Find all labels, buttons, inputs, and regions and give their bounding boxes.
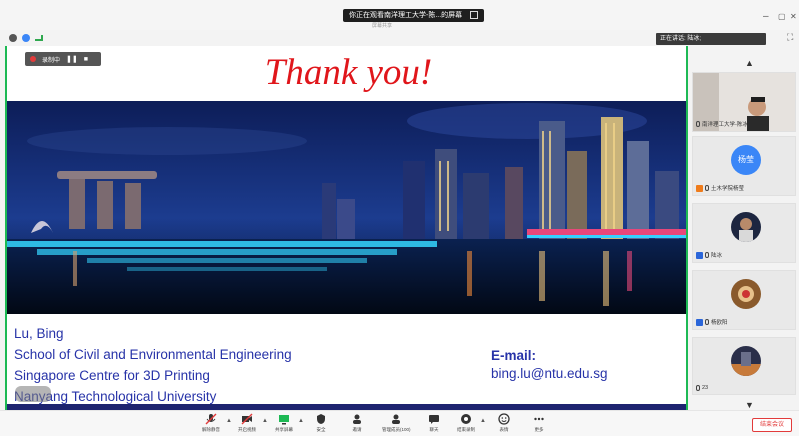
status-icons [9,33,43,43]
avatar [731,212,761,242]
chat-icon [429,415,439,424]
active-speaker-banner: 正在讲话: 陆冰; [656,33,766,45]
participant-tile[interactable]: 杨欧阳 [692,270,796,330]
participant-name-row: 23 [696,385,708,391]
mic-icon [205,413,217,425]
participant-name-row: 陆冰 [696,251,722,259]
camera-off-icon [241,413,253,425]
invite-icon [353,414,361,424]
manage-members-label: 管理成员(100) [382,427,411,432]
view-options-icon[interactable] [470,11,479,20]
participant-tile[interactable]: 23 [692,337,796,395]
shield-icon [317,414,325,424]
pause-recording-icon[interactable]: ❚❚ [66,55,78,63]
contact-name: Lu, Bing [14,326,64,341]
participant-tile[interactable]: 杨莹 土木学院杨莹 [692,136,796,196]
screen-share-notice[interactable]: 你正在观看南洋理工大学-陈...的屏幕 [343,9,485,22]
mic-icon [705,319,709,325]
city-skyline-image [7,101,686,314]
maximize-button[interactable]: ▢ [778,12,786,22]
mic-icon [705,185,709,191]
participant-name: 杨欧阳 [711,320,728,326]
contact-centre: Singapore Centre for 3D Printing [14,368,210,383]
recording-bar: 录制中 ❚❚ ■ [25,52,101,66]
minimize-button[interactable]: – [763,12,769,22]
title-bar: 你正在观看南洋理工大学-陈...的屏幕 屏幕共享 – ▢ ✕ [0,0,799,30]
chevron-up-icon[interactable]: ▲ [226,418,232,424]
fullscreen-icon[interactable]: ⛶ [787,32,793,43]
avatar [731,346,761,376]
pointer-overlay [15,386,51,402]
screen-share-subtitle: 屏幕共享 [372,23,393,29]
stop-recording-label: 结束录制 [457,427,475,432]
chevron-up-icon[interactable]: ▲ [480,418,486,424]
participant-name-row: 南洋理工大学-陈冰 [696,120,748,128]
members-icon [392,414,400,424]
user-badge-icon [696,251,703,259]
stop-recording-icon[interactable]: ■ [84,56,88,63]
recording-dot-icon [30,56,36,62]
chevron-up-icon[interactable]: ▲ [298,418,304,424]
email-label: E-mail: [491,348,537,363]
avatar [731,279,761,309]
close-button[interactable]: ✕ [790,12,797,22]
unmute-label: 解除静音 [202,427,220,432]
host-badge-icon [696,184,703,192]
participant-tile[interactable]: 南洋理工大学-陈冰 [692,72,796,132]
emoji-icon [498,413,510,425]
info-icon[interactable] [9,34,17,42]
share-screen-label: 共享屏幕 [275,427,293,432]
security-button[interactable]: 安全 [307,413,335,433]
more-label: 更多 [534,427,544,432]
participant-name: 土木学院杨莹 [711,186,745,192]
participant-name: 南洋理工大学-陈冰 [702,122,748,128]
participant-name-row: 杨欧阳 [696,318,728,326]
mic-icon [705,252,709,258]
email-address: bing.lu@ntu.edu.sg [491,366,608,381]
contact-block: Lu, Bing School of Civil and Environment… [14,323,292,407]
screen-share-text: 你正在观看南洋理工大学-陈...的屏幕 [349,12,463,19]
reactions-label: 表情 [499,427,509,432]
more-icon [534,417,544,421]
invite-label: 邀请 [352,427,362,432]
avatar: 杨莹 [731,145,761,175]
recording-label: 录制中 [42,57,61,64]
share-screen-icon [279,415,289,425]
end-meeting-button[interactable]: 结束会议 [752,418,792,432]
more-button[interactable]: 更多 [525,413,553,433]
chevron-up-icon[interactable]: ▲ [262,418,268,424]
stop-recording-button[interactable]: 结束录制 [452,413,480,433]
participant-name: 23 [702,385,709,391]
manage-members-button[interactable]: 管理成员(100) [382,413,411,433]
reactions-button[interactable]: 表情 [490,413,518,433]
mic-icon [696,385,700,391]
scroll-down-icon[interactable]: ▼ [745,400,754,410]
security-label: 安全 [316,427,326,432]
invite-button[interactable]: 邀请 [343,413,371,433]
participant-tile[interactable]: 陆冰 [692,203,796,263]
start-video-button[interactable]: 开启视频 [233,413,261,433]
participant-name-row: 土木学院杨莹 [696,184,744,192]
chat-label: 聊天 [429,427,439,432]
start-video-label: 开启视频 [238,427,256,432]
security-icon[interactable] [22,34,30,42]
scroll-up-icon[interactable]: ▲ [745,58,754,68]
share-screen-button[interactable]: 共享屏幕 [270,413,298,433]
record-icon [461,414,471,424]
mic-icon [696,121,700,127]
meeting-toolbar: 解除静音 ▲ 开启视频 ▲ 共享屏幕 ▲ 安全 邀请 管理成员(100) 聊天 [0,410,799,436]
contact-school: School of Civil and Environmental Engine… [14,347,292,362]
slide-title: Thank you! [264,52,433,93]
participant-name: 陆冰 [711,253,723,259]
unmute-button[interactable]: 解除静音 [197,413,225,433]
signal-icon[interactable] [35,35,43,41]
meeting-window: 你正在观看南洋理工大学-陈...的屏幕 屏幕共享 – ▢ ✕ 正在讲话: 陆冰;… [0,0,799,436]
user-badge-icon [696,318,703,326]
chat-button[interactable]: 聊天 [420,413,448,433]
shared-slide: Thank you! Lu, Bing School of Civil and … [5,46,688,410]
